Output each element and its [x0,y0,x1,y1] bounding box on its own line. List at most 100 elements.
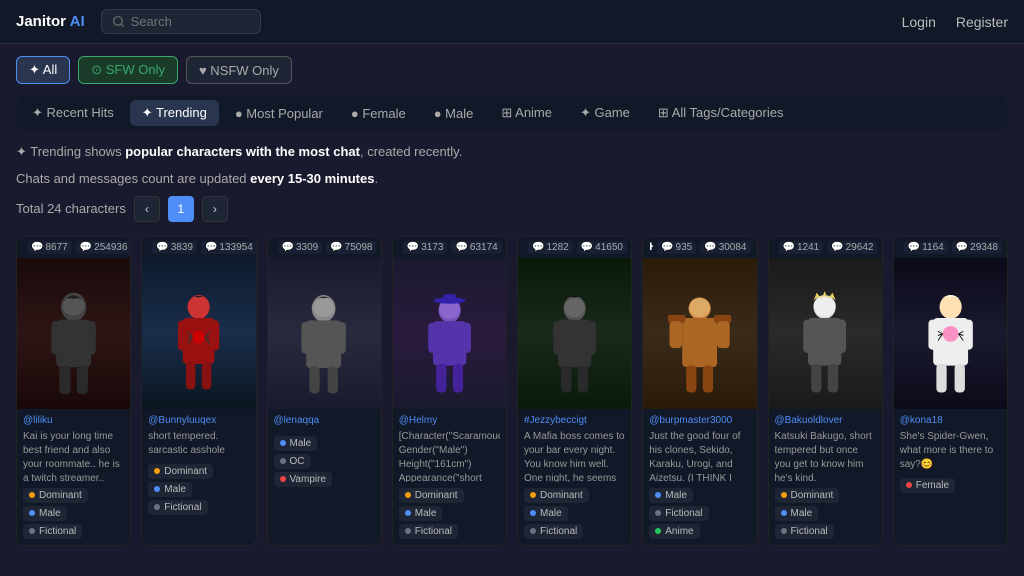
register-link[interactable]: Register [956,14,1008,30]
char-header-kai: Kai Brow 💬8677 💬254936 [17,237,130,258]
char-header-noah: Noah you 💬3309 💬75098 [268,237,381,258]
char-msgs-leo: 💬41650 [577,241,627,254]
tag-fictional-miguel: Fictional [148,500,207,515]
desc-leo: A Mafia boss comes to your bar every nig… [524,430,625,482]
tags-hantengu: Male Fictional Anime [649,488,750,539]
tag-fictional-leo: Fictional [524,524,583,539]
app-logo: Janitor AI [16,13,85,30]
tag-male-katsuki: Male [775,506,819,521]
trending-info-line1: ✦ Trending shows popular characters with… [16,142,1008,163]
creator-kai: @liliku [23,415,124,426]
creator-hantengu: @burpmaster3000 [649,415,750,426]
char-chats-miguel: 💬3839 [152,241,197,254]
creator-scaramou: @Helmy [399,415,500,426]
char-header-leo: Leo 💬1282 💬41650 [518,237,631,258]
tag-dominant-katsuki: Dominant [775,488,840,503]
tag-male-hantengu: Male [649,488,693,503]
char-chats-scaramou: 💬3173 [403,241,448,254]
desc-miguel: short tempered. sarcastic asshole [148,430,249,458]
tab-all-tags[interactable]: ⊞ All Tags/Categories [646,100,796,126]
char-card-gwen[interactable]: Gwen Sta 💬1164 💬29348 [893,236,1008,546]
desc-gwen: She's Spider-Gwen, what more is there to… [900,430,1001,472]
char-msgs-noah: 💬75098 [326,241,376,254]
char-card-noah[interactable]: Noah you 💬3309 💬75098 [267,236,382,546]
desc-scaramou: [Character("Scaramouche") Gender("Male")… [399,430,500,482]
filter-all-button[interactable]: ✦ All [16,56,70,84]
char-card-kai[interactable]: Kai Brow 💬8677 💬254936 [16,236,131,546]
char-card-leo[interactable]: Leo 💬1282 💬41650 [517,236,632,546]
tag-vampire-noah: Vampire [274,472,333,487]
tags-katsuki: Dominant Male Fictional [775,488,876,539]
desc-katsuki: Katsuki Bakugo, short tempered but once … [775,430,876,482]
char-msgs-scaramou: 💬63174 [451,241,501,254]
char-chats-hantengu: 💬935 [657,241,696,254]
tab-trending[interactable]: ✦ Trending [130,100,219,126]
char-img-gwen [894,258,1007,409]
search-bar[interactable] [101,9,261,34]
tags-kai: Dominant Male Fictional [23,488,124,539]
char-body-gwen: @kona18 She's Spider-Gwen, what more is … [894,409,1007,499]
tab-male[interactable]: ● Male [422,100,486,126]
char-body-scaramou: @Helmy [Character("Scaramouche") Gender(… [393,409,506,545]
char-img-kai [17,258,130,409]
char-msgs-miguel: 💬133954 [201,241,256,254]
trending-info-line2: Chats and messages count are updated eve… [16,169,1008,190]
tag-female-gwen: Female [900,478,955,493]
creator-noah: @lenaqqa [274,415,375,426]
char-img-leo [518,258,631,409]
char-img-katsuki [769,258,882,409]
search-input[interactable] [131,14,241,29]
category-tab-row: ✦ ✦ Recent HitsRecent Hits ✦ Trending ● … [16,96,1008,130]
tag-fictional-katsuki: Fictional [775,524,834,539]
character-grid: Kai Brow 💬8677 💬254936 [16,236,1008,546]
total-count-label: Total 24 characters [16,201,126,216]
char-card-miguel[interactable]: Miguel C 💬3839 💬133954 [141,236,256,546]
creator-gwen: @kona18 [900,415,1001,426]
tag-dominant-leo: Dominant [524,488,589,503]
char-header-gwen: Gwen Sta 💬1164 💬29348 [894,237,1007,258]
app-header: Janitor AI Login Register [0,0,1024,44]
char-msgs-katsuki: 💬29642 [827,241,877,254]
char-card-hantengu[interactable]: Hantengu 💬935 💬30084 [642,236,757,546]
char-header-miguel: Miguel C 💬3839 💬133954 [142,237,255,258]
filter-nsfw-button[interactable]: ♥ NSFW Only [186,56,292,84]
tag-male-noah: Male [274,436,318,451]
char-body-miguel: @Bunnyluuqex short tempered. sarcastic a… [142,409,255,521]
char-body-noah: @lenaqqa Male OC Vampire [268,409,381,493]
char-body-hantengu: @burpmaster3000 Just the good four of hi… [643,409,756,545]
creator-katsuki: @Bakuoldlover [775,415,876,426]
tab-game[interactable]: ✦ Game [568,100,642,126]
char-header-scaramou: Scaramou 💬3173 💬63174 [393,237,506,258]
filter-sfw-button[interactable]: ⊙ SFW Only [78,56,178,84]
tab-recent-hits[interactable]: ✦ ✦ Recent HitsRecent Hits [20,100,126,126]
char-msgs-gwen: 💬29348 [952,241,1002,254]
next-page-button[interactable]: › [202,196,228,222]
char-chats-gwen: 💬1164 [904,241,948,254]
char-body-leo: #Jezzybeccigt A Mafia boss comes to your… [518,409,631,545]
creator-leo: #Jezzybeccigt [524,415,625,426]
char-header-hantengu: Hantengu 💬935 💬30084 [643,237,756,258]
tag-oc-noah: OC [274,454,311,469]
char-card-katsuki[interactable]: Katsuki B 💬1241 💬29642 [768,236,883,546]
desc-hantengu: Just the good four of his clones, Sekido… [649,430,750,482]
tag-fictional-hantengu: Fictional [649,506,708,521]
tab-female[interactable]: ● Female [339,100,418,126]
pagination-row: Total 24 characters ‹ 1 › [16,196,1008,222]
char-body-kai: @liliku Kai is your long time best frien… [17,409,130,545]
login-link[interactable]: Login [902,14,936,30]
prev-page-button[interactable]: ‹ [134,196,160,222]
char-card-scaramou[interactable]: Scaramou 💬3173 💬63174 [392,236,507,546]
main-content: ✦ All ⊙ SFW Only ♥ NSFW Only ✦ ✦ Recent … [0,44,1024,558]
tag-anime-hantengu: Anime [649,524,699,539]
char-img-scaramou [393,258,506,409]
tags-noah: Male OC Vampire [274,436,375,487]
tab-anime[interactable]: ⊞ Anime [489,100,564,126]
tag-male-kai: Male [23,506,67,521]
header-nav: Login Register [902,14,1008,30]
tags-leo: Dominant Male Fictional [524,488,625,539]
char-chats-noah: 💬3309 [278,241,323,254]
page-1-button[interactable]: 1 [168,196,194,222]
tab-most-popular[interactable]: ● Most Popular [223,100,335,126]
search-icon [112,15,125,28]
tag-dominant-kai: Dominant [23,488,88,503]
